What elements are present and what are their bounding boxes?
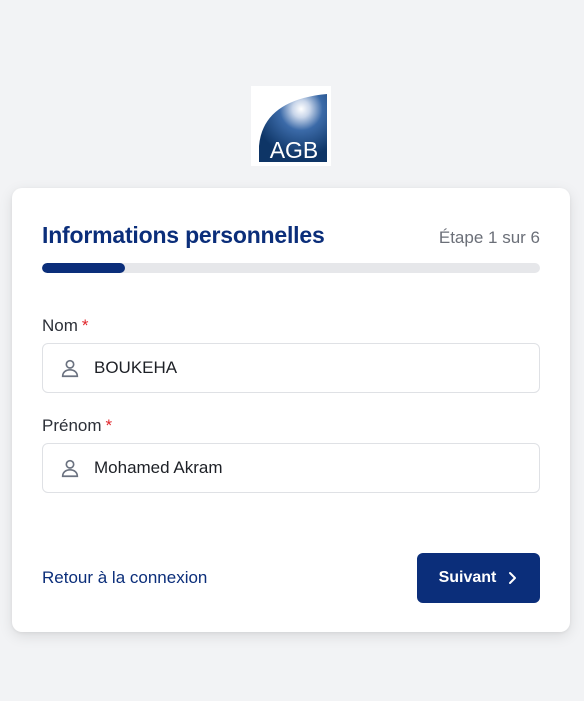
back-to-login-link[interactable]: Retour à la connexion: [42, 568, 207, 588]
next-button[interactable]: Suivant: [417, 553, 540, 603]
prenom-label-text: Prénom: [42, 416, 102, 435]
nom-field[interactable]: [42, 343, 540, 393]
logo-text: AGB: [270, 137, 319, 162]
personal-info-card: Informations personnelles Étape 1 sur 6 …: [12, 188, 570, 632]
nom-label: Nom *: [42, 316, 89, 336]
agb-logo-mark: AGB: [259, 94, 327, 162]
card-header: Informations personnelles Étape 1 sur 6: [42, 222, 540, 249]
progress-bar-fill: [42, 263, 126, 273]
next-button-label: Suivant: [438, 569, 497, 586]
prenom-field[interactable]: [42, 443, 540, 493]
chevron-right-icon: [509, 572, 517, 584]
required-asterisk: *: [105, 416, 113, 435]
nom-input[interactable]: [94, 358, 494, 378]
agb-logo: AGB: [251, 86, 331, 166]
form-title: Informations personnelles: [42, 222, 325, 248]
user-icon: [61, 459, 79, 478]
user-icon: [61, 359, 79, 378]
required-asterisk: *: [81, 316, 89, 335]
nom-label-text: Nom: [42, 316, 78, 335]
progress-bar: [42, 263, 540, 273]
prenom-input[interactable]: [94, 458, 494, 478]
step-indicator: Étape 1 sur 6: [438, 228, 540, 247]
prenom-label: Prénom *: [42, 416, 112, 436]
